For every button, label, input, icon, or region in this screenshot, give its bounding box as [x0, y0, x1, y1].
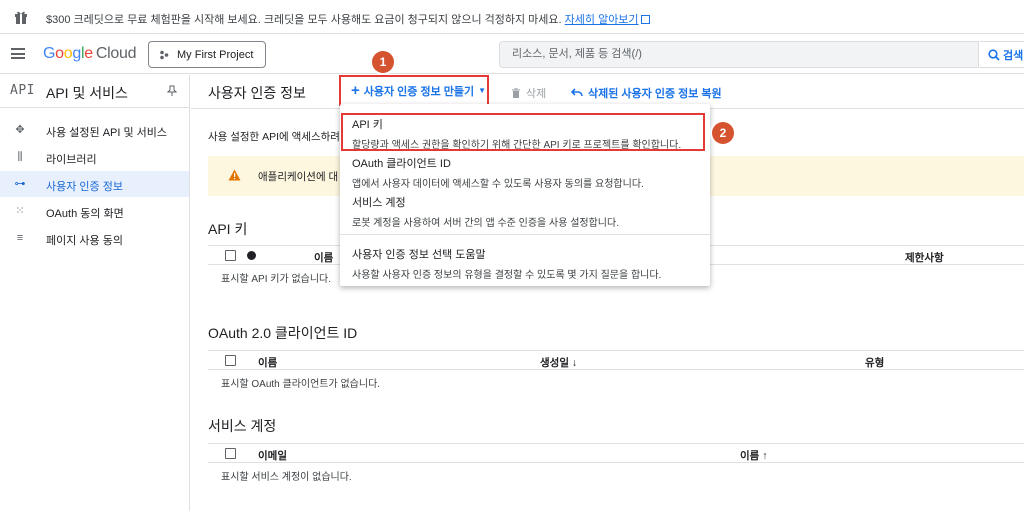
- delete-button[interactable]: 삭제: [511, 85, 546, 101]
- select-all-checkbox[interactable]: [225, 250, 236, 261]
- col-name[interactable]: 이름: [258, 355, 277, 370]
- top-bar: Google Cloud My First Project 리소스, 문서, 제품…: [0, 34, 1024, 74]
- caret-down-icon: ▼: [478, 86, 487, 95]
- oauth-grid-icon: ⁙: [15, 205, 25, 217]
- external-link-icon: [640, 15, 650, 24]
- plus-icon: +: [351, 82, 360, 99]
- project-name: My First Project: [177, 48, 254, 61]
- sidebar-item-library[interactable]: ⫼ 라이브러리: [0, 144, 189, 170]
- menu-item-api-key[interactable]: API 키 할당량과 액세스 권한을 확인하기 위해 간단한 API 키로 프로…: [352, 116, 702, 151]
- service-accounts-empty: 표시할 서비스 계정이 없습니다.: [221, 472, 352, 483]
- project-picker-button[interactable]: My First Project: [148, 41, 266, 68]
- create-credentials-button[interactable]: + 사용자 인증 정보 만들기 ▼: [339, 75, 489, 106]
- sidebar: API API 및 서비스 ✥ 사용 설정된 API 및 서비스 ⫼ 라이브러리…: [0, 75, 190, 511]
- col-created[interactable]: 생성일 ↓: [540, 355, 577, 370]
- api-keys-title: API 키: [208, 221, 248, 237]
- library-icon: ⫼: [17, 151, 23, 163]
- api-logo-icon: API: [10, 83, 35, 98]
- search-input[interactable]: 리소스, 문서, 제품 등 검색(/): [499, 41, 979, 68]
- google-cloud-logo[interactable]: Google Cloud: [43, 45, 136, 63]
- search-icon: [988, 48, 1000, 61]
- sort-down-icon: ↓: [571, 357, 578, 369]
- page-title: 사용자 인증 정보: [208, 85, 306, 101]
- search-button-label: 검색: [1003, 49, 1024, 62]
- key-icon: ⊶: [14, 178, 26, 190]
- col-name[interactable]: 이름 ↑: [740, 448, 768, 463]
- pin-icon[interactable]: [167, 85, 177, 97]
- trial-banner: $300 크레딧으로 무료 체험판을 시작해 보세요. 크레딧을 모두 사용해도…: [0, 0, 1024, 34]
- hamburger-menu-icon[interactable]: [11, 48, 25, 59]
- col-restrictions[interactable]: 제한사항: [905, 250, 944, 265]
- trash-icon: [512, 87, 520, 98]
- api-keys-empty: 표시할 API 키가 없습니다.: [221, 274, 332, 285]
- select-all-checkbox[interactable]: [225, 355, 236, 366]
- service-accounts-title: 서비스 계정: [208, 418, 277, 434]
- select-all-checkbox[interactable]: [225, 448, 236, 459]
- gift-icon: [15, 11, 27, 24]
- sidebar-header: API API 및 서비스: [0, 75, 190, 108]
- step-badge-1: 1: [372, 51, 394, 73]
- sidebar-item-enabled-apis[interactable]: ✥ 사용 설정된 API 및 서비스: [0, 117, 189, 143]
- sidebar-item-page-usage-agreement[interactable]: ≡ 페이지 사용 동의: [0, 225, 189, 251]
- col-name[interactable]: 이름: [314, 250, 333, 265]
- oauth-empty: 표시할 OAuth 클라이언트가 없습니다.: [221, 379, 381, 390]
- menu-item-help-me-choose[interactable]: 사용자 인증 정보 선택 도움말 사용할 사용자 인증 정보의 유형을 결정할 …: [352, 246, 702, 281]
- restore-deleted-credentials-button[interactable]: 삭제된 사용자 인증 정보 복원: [571, 85, 722, 101]
- oauth-table-header: 이름 생성일 ↓ 유형: [208, 350, 1024, 370]
- undo-icon: [571, 88, 583, 97]
- sidebar-item-oauth-consent[interactable]: ⁙ OAuth 동의 화면: [0, 198, 189, 224]
- project-dots-icon: [160, 50, 169, 59]
- diamond-nodes-icon: ✥: [15, 124, 25, 136]
- service-accounts-table-header: 이메일 이름 ↑: [208, 443, 1024, 463]
- col-type[interactable]: 유형: [865, 355, 884, 370]
- sidebar-title: API 및 서비스: [46, 85, 128, 101]
- status-dot-icon: [247, 251, 256, 260]
- create-credentials-menu: API 키 할당량과 액세스 권한을 확인하기 위해 간단한 API 키로 프로…: [340, 104, 710, 286]
- warning-text: 애플리케이션에 대: [258, 171, 339, 183]
- learn-more-link[interactable]: 자세히 알아보기: [565, 14, 639, 26]
- menu-item-service-account[interactable]: 서비스 계정 로봇 계정을 사용하여 서버 간의 앱 수준 인증을 사용 설정합…: [352, 194, 702, 229]
- menu-divider: [340, 234, 710, 235]
- sidebar-item-credentials[interactable]: ⊶ 사용자 인증 정보: [0, 171, 189, 197]
- search-button[interactable]: 검색: [980, 41, 1024, 68]
- sort-up-icon: ↑: [762, 450, 768, 462]
- warning-icon: [228, 169, 241, 181]
- page-description: 사용 설정한 API에 액세스하려: [208, 131, 340, 143]
- oauth-title: OAuth 2.0 클라이언트 ID: [208, 325, 358, 341]
- step-badge-2: 2: [712, 122, 734, 144]
- col-email[interactable]: 이메일: [258, 448, 287, 463]
- menu-item-oauth-client-id[interactable]: OAuth 클라이언트 ID 앱에서 사용자 데이터에 액세스할 수 있도록 사…: [352, 155, 702, 190]
- banner-text: $300 크레딧으로 무료 체험판을 시작해 보세요. 크레딧을 모두 사용해도…: [46, 14, 562, 26]
- settings-list-icon: ≡: [16, 232, 24, 244]
